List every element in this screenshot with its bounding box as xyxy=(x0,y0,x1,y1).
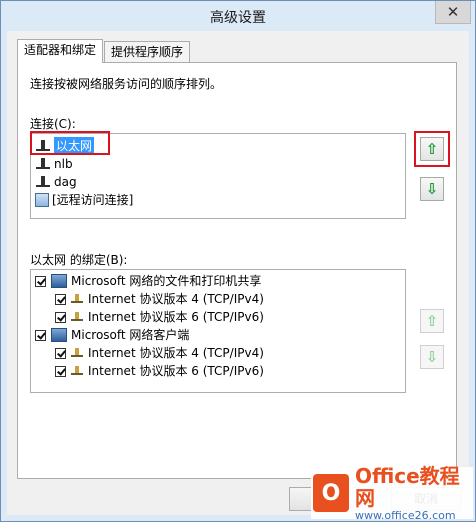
protocol-icon xyxy=(71,293,83,305)
checkbox[interactable] xyxy=(55,293,66,305)
protocol-icon xyxy=(71,347,83,359)
window-title: 高级设置 xyxy=(210,10,266,26)
title-bar[interactable]: 高级设置 ✕ xyxy=(1,1,475,31)
checkbox[interactable] xyxy=(35,275,46,287)
bindings-label: 以太网 的绑定(B): xyxy=(30,253,128,267)
tab-panel-adapters: 连接按被网络服务访问的顺序排列。 连接(C): 以太网 nlb dag [远程访… xyxy=(17,62,457,479)
binding-item-network-client[interactable]: Microsoft 网络客户端 xyxy=(35,326,189,344)
advanced-settings-window: 高级设置 ✕ 适配器和绑定 提供程序顺序 连接按被网络服务访问的顺序排列。 连接… xyxy=(0,0,476,522)
arrow-down-icon: ⇩ xyxy=(425,348,439,366)
watermark-url: www.office26.com xyxy=(354,508,456,522)
tab-adapters-and-bindings[interactable]: 适配器和绑定 xyxy=(17,39,104,63)
binding-label: Internet 协议版本 4 (TCP/IPv4) xyxy=(88,346,264,360)
connection-label: [远程访问连接] xyxy=(52,193,134,207)
dialog-client-area: 适配器和绑定 提供程序顺序 连接按被网络服务访问的顺序排列。 连接(C): 以太… xyxy=(7,31,469,515)
description-text: 连接按被网络服务访问的顺序排列。 xyxy=(30,77,223,91)
connection-move-down-button[interactable]: ⇩ xyxy=(420,177,444,201)
binding-label: Internet 协议版本 6 (TCP/IPv6) xyxy=(88,364,264,378)
checkbox[interactable] xyxy=(35,329,46,341)
watermark-title: Office教程网 xyxy=(354,463,460,510)
connection-label: nlb xyxy=(54,157,73,171)
close-icon: ✕ xyxy=(446,3,460,21)
file-printer-sharing-icon xyxy=(51,274,67,288)
arrow-down-icon: ⇩ xyxy=(425,180,439,198)
connection-item-nlb[interactable]: nlb xyxy=(35,155,73,173)
binding-label: Internet 协议版本 6 (TCP/IPv6) xyxy=(88,310,264,324)
binding-item-ipv4[interactable]: Internet 协议版本 4 (TCP/IPv4) xyxy=(55,290,264,308)
protocol-icon xyxy=(71,365,83,377)
office-logo-icon: O xyxy=(313,474,349,512)
network-adapter-icon xyxy=(35,175,51,189)
binding-item-ipv6[interactable]: Internet 协议版本 6 (TCP/IPv6) xyxy=(55,308,264,326)
network-adapter-icon xyxy=(35,157,51,171)
binding-item-ipv4[interactable]: Internet 协议版本 4 (TCP/IPv4) xyxy=(55,344,264,362)
tab-provider-order[interactable]: 提供程序顺序 xyxy=(104,41,191,62)
connection-item-remote-access[interactable]: [远程访问连接] xyxy=(35,191,133,209)
binding-label: Microsoft 网络的文件和打印机共享 xyxy=(71,274,262,288)
binding-label: Internet 协议版本 4 (TCP/IPv4) xyxy=(88,292,264,306)
site-watermark: O Office教程网 www.office26.com xyxy=(311,465,473,522)
binding-item-file-printer-sharing[interactable]: Microsoft 网络的文件和打印机共享 xyxy=(35,272,261,290)
binding-item-ipv6[interactable]: Internet 协议版本 6 (TCP/IPv6) xyxy=(55,362,264,380)
network-client-icon xyxy=(51,328,67,342)
remote-access-icon xyxy=(35,193,49,207)
binding-move-up-button[interactable]: ⇧ xyxy=(420,309,444,333)
checkbox[interactable] xyxy=(55,311,66,323)
arrow-up-icon: ⇧ xyxy=(425,312,439,330)
binding-label: Microsoft 网络客户端 xyxy=(71,328,190,342)
binding-move-down-button[interactable]: ⇩ xyxy=(420,345,444,369)
bindings-list[interactable]: Microsoft 网络的文件和打印机共享 Internet 协议版本 4 (T… xyxy=(30,269,406,393)
connections-label: 连接(C): xyxy=(30,117,76,131)
selection-highlight-box xyxy=(30,131,110,155)
checkbox[interactable] xyxy=(55,347,66,359)
move-up-highlight-box xyxy=(414,131,450,167)
protocol-icon xyxy=(71,311,83,323)
watermark-text: Office教程网 www.office26.com xyxy=(355,465,473,522)
checkbox[interactable] xyxy=(55,365,66,377)
connection-label: dag xyxy=(54,175,77,189)
close-button[interactable]: ✕ xyxy=(435,1,471,24)
connection-item-dag[interactable]: dag xyxy=(35,173,77,191)
